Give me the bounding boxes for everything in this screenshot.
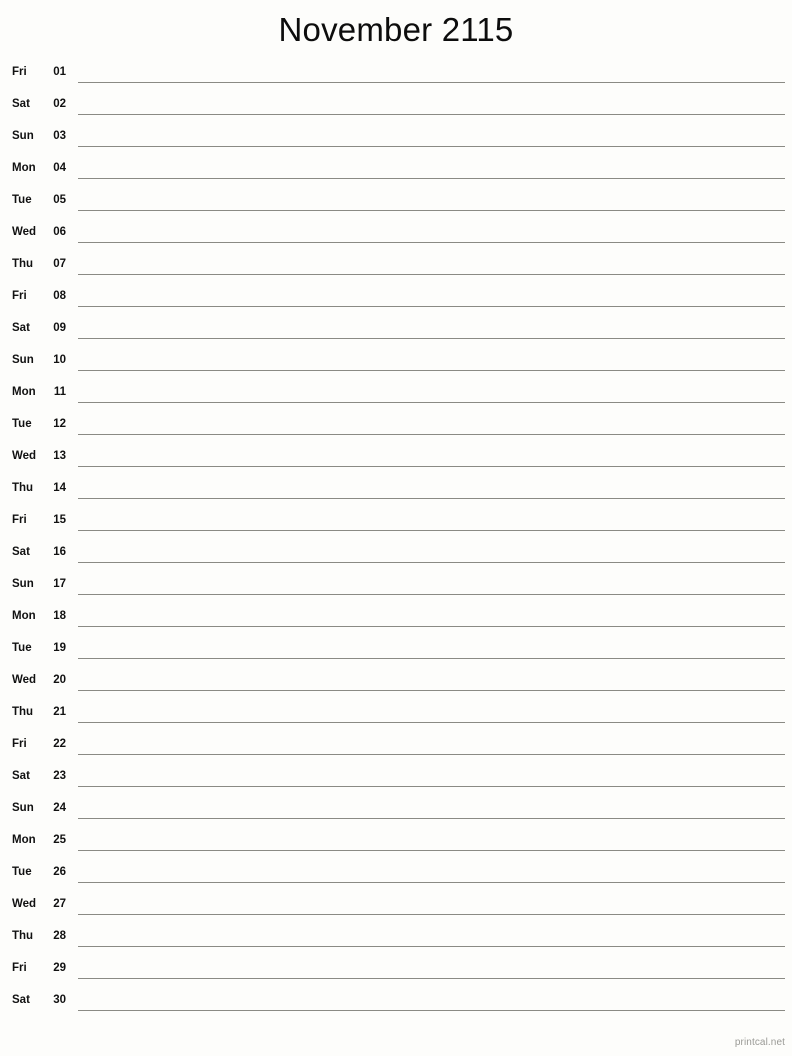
day-row: Thu 14 (0, 478, 792, 510)
day-date-number: 26 (53, 866, 66, 878)
day-writing-line[interactable] (78, 1010, 785, 1011)
day-date-number: 01 (53, 66, 66, 78)
day-row: Thu 21 (0, 702, 792, 734)
footer-credit: printcal.net (734, 1037, 785, 1048)
day-writing-line[interactable] (78, 82, 785, 83)
day-row: Fri 15 (0, 510, 792, 542)
day-date-number: 18 (53, 610, 66, 622)
day-row: Fri 29 (0, 958, 792, 990)
day-date-number: 29 (53, 962, 66, 974)
day-date-number: 16 (53, 546, 66, 558)
day-writing-line[interactable] (78, 306, 785, 307)
day-writing-line[interactable] (78, 626, 785, 627)
day-date-number: 22 (53, 738, 66, 750)
day-writing-line[interactable] (78, 466, 785, 467)
day-writing-line[interactable] (78, 722, 785, 723)
day-row: Sun 24 (0, 798, 792, 830)
day-writing-line[interactable] (78, 434, 785, 435)
day-date-number: 05 (53, 194, 66, 206)
day-date-number: 12 (53, 418, 66, 430)
day-date-number: 11 (53, 386, 66, 398)
day-date-number: 21 (53, 706, 66, 718)
day-writing-line[interactable] (78, 562, 785, 563)
day-date-number: 13 (53, 450, 66, 462)
day-writing-line[interactable] (78, 114, 785, 115)
day-date-number: 17 (53, 578, 66, 590)
day-writing-line[interactable] (78, 978, 785, 979)
day-writing-line[interactable] (78, 498, 785, 499)
day-writing-line[interactable] (78, 658, 785, 659)
day-date-number: 30 (53, 994, 66, 1006)
day-row: Mon 25 (0, 830, 792, 862)
day-date-number: 08 (53, 290, 66, 302)
day-date-number: 15 (53, 514, 66, 526)
day-row-list: Fri 01 Sat 02 Sun 03 Mon 04 Tue 05 Wed 06 Thu 07 Fri 08… (0, 62, 792, 1022)
day-date-number: 14 (53, 482, 66, 494)
day-writing-line[interactable] (78, 818, 785, 819)
day-row: Tue 19 (0, 638, 792, 670)
day-row: Wed 20 (0, 670, 792, 702)
day-row: Wed 06 (0, 222, 792, 254)
day-row: Sat 16 (0, 542, 792, 574)
day-writing-line[interactable] (78, 946, 785, 947)
day-writing-line[interactable] (78, 690, 785, 691)
day-date-number: 27 (53, 898, 66, 910)
day-row: Thu 28 (0, 926, 792, 958)
day-row: Tue 05 (0, 190, 792, 222)
day-date-number: 28 (53, 930, 66, 942)
day-date-number: 25 (53, 834, 66, 846)
day-writing-line[interactable] (78, 754, 785, 755)
day-writing-line[interactable] (78, 914, 785, 915)
day-row: Sun 03 (0, 126, 792, 158)
calendar-page: November 2115 Fri 01 Sat 02 Sun 03 Mon 04 Tue 05 W… (0, 0, 792, 1056)
day-writing-line[interactable] (78, 210, 785, 211)
day-row: Mon 11 (0, 382, 792, 414)
day-row: Tue 26 (0, 862, 792, 894)
day-writing-line[interactable] (78, 274, 785, 275)
day-writing-line[interactable] (78, 882, 785, 883)
day-row: Fri 01 (0, 62, 792, 94)
day-row: Wed 27 (0, 894, 792, 926)
day-row: Sat 02 (0, 94, 792, 126)
day-row: Fri 08 (0, 286, 792, 318)
day-row: Mon 18 (0, 606, 792, 638)
day-date-number: 10 (53, 354, 66, 366)
day-writing-line[interactable] (78, 850, 785, 851)
day-row: Wed 13 (0, 446, 792, 478)
day-date-number: 06 (53, 226, 66, 238)
day-writing-line[interactable] (78, 530, 785, 531)
day-row: Thu 07 (0, 254, 792, 286)
day-writing-line[interactable] (78, 242, 785, 243)
day-writing-line[interactable] (78, 594, 785, 595)
day-writing-line[interactable] (78, 338, 785, 339)
day-writing-line[interactable] (78, 370, 785, 371)
day-date-number: 24 (53, 802, 66, 814)
day-writing-line[interactable] (78, 402, 785, 403)
day-date-number: 02 (53, 98, 66, 110)
day-date-number: 20 (53, 674, 66, 686)
page-title: November 2115 (278, 11, 514, 48)
day-row: Sun 10 (0, 350, 792, 382)
day-row: Sat 23 (0, 766, 792, 798)
day-row: Fri 22 (0, 734, 792, 766)
day-date-number: 07 (53, 258, 66, 270)
day-date-number: 09 (53, 322, 66, 334)
day-date-number: 03 (53, 130, 66, 142)
day-writing-line[interactable] (78, 178, 785, 179)
day-row: Mon 04 (0, 158, 792, 190)
day-row: Sat 30 (0, 990, 792, 1022)
day-writing-line[interactable] (78, 146, 785, 147)
day-date-number: 04 (53, 162, 66, 174)
day-row: Sat 09 (0, 318, 792, 350)
day-row: Tue 12 (0, 414, 792, 446)
day-date-number: 19 (53, 642, 66, 654)
day-writing-line[interactable] (78, 786, 785, 787)
day-row: Sun 17 (0, 574, 792, 606)
day-date-number: 23 (53, 770, 66, 782)
